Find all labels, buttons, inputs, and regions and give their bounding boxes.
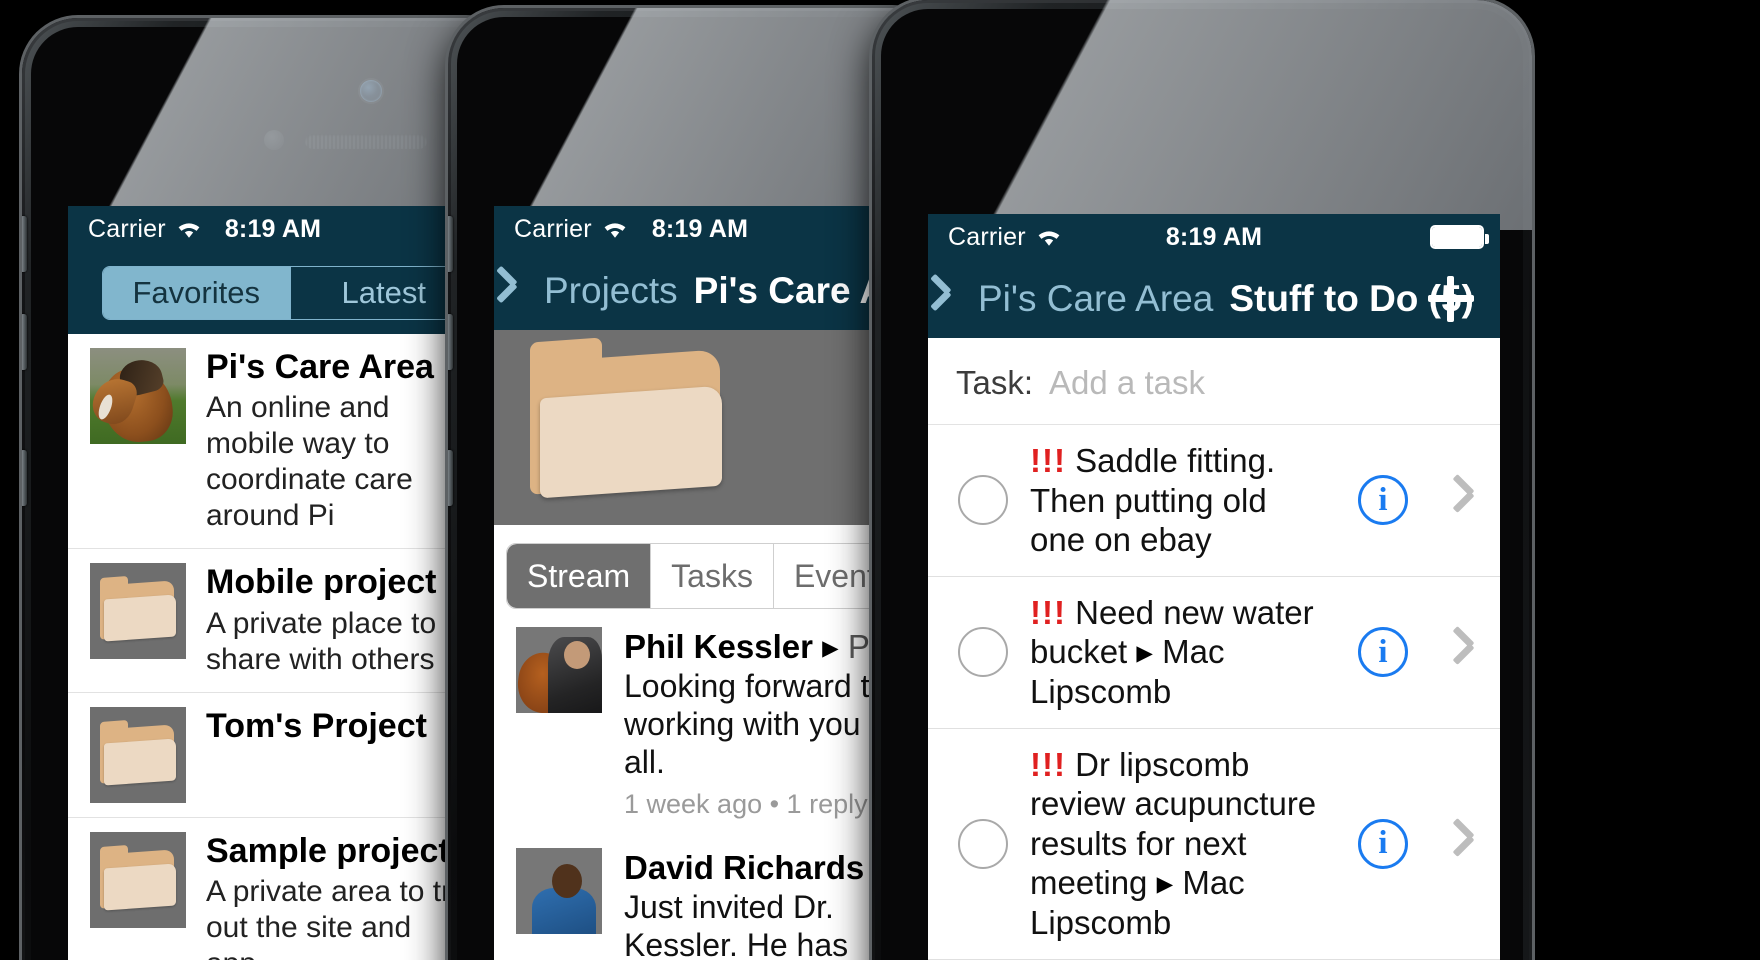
segmented-control[interactable]: Favorites Latest [102, 266, 478, 320]
task-title: Saddle fitting. Then putting old one on … [1030, 442, 1276, 559]
list-item[interactable]: Mobile project A private place to share … [68, 549, 478, 693]
task-priority: !!! [1030, 745, 1066, 783]
back-button-label: Projects [544, 270, 678, 311]
post-author-name: Phil Kessler [624, 628, 813, 665]
volume-down-button[interactable] [448, 314, 453, 370]
project-title: Mobile project [206, 563, 437, 602]
navigation-bar: Pi's Care Area Stuff to Do (5) [928, 260, 1500, 338]
back-button[interactable]: Projects [494, 270, 678, 312]
project-title: Pi's Care Area [206, 348, 434, 386]
project-subtitle: A private place to share with others [206, 606, 437, 676]
silent-switch[interactable] [448, 450, 453, 506]
chevron-right-icon[interactable] [1444, 825, 1474, 863]
activity-stream: Phil Kessler ▸ Pi's Care Area Looking fo… [494, 609, 906, 960]
list-item[interactable]: Tom's Project [68, 693, 478, 818]
front-camera-icon [360, 80, 382, 102]
screenshot-stage: Carrier 8:19 AM Favorites Latest Pi's Ca… [0, 0, 1760, 960]
task-checkbox[interactable] [958, 627, 1008, 678]
task-row[interactable]: !!! Dr lipscomb review acupuncture resul… [928, 728, 1500, 960]
post-author-line: David Richards ▸ Pi's Care Area [624, 848, 906, 887]
tab-tasks[interactable]: Tasks [651, 544, 774, 608]
project-title: Sample project [206, 831, 450, 870]
phone-screen-middle: Carrier 8:19 AM Projects Pi's Care Area [494, 206, 906, 960]
author-avatar [516, 848, 602, 935]
chevron-right-icon[interactable] [1444, 633, 1474, 671]
back-button[interactable]: Pi's Care Area [928, 278, 1213, 320]
info-circle-icon[interactable]: i [1358, 627, 1408, 678]
volume-down-button[interactable] [22, 314, 27, 370]
stream-post[interactable]: Phil Kessler ▸ Pi's Care Area Looking fo… [494, 609, 906, 830]
post-text: Just invited Dr. Kessler. He has accepte… [624, 889, 849, 960]
task-checkbox[interactable] [958, 818, 1008, 869]
post-author-name: David Richards [624, 849, 865, 887]
list-item[interactable]: Pi's Care Area An online and mobile way … [68, 334, 478, 550]
task-row[interactable]: !!! Saddle fitting. Then putting old one… [928, 425, 1500, 577]
folder-icon [90, 563, 186, 660]
project-hero-banner [494, 330, 906, 525]
chevron-right-icon[interactable] [1444, 481, 1474, 519]
segmented-control-bar: Favorites Latest [68, 252, 478, 334]
chevron-left-icon [512, 273, 532, 309]
task-checkbox[interactable] [958, 475, 1008, 526]
tab-stream[interactable]: Stream [507, 544, 652, 608]
status-bar-right [1430, 225, 1489, 249]
phone-device-left: Carrier 8:19 AM Favorites Latest Pi's Ca… [22, 18, 522, 960]
tab-bar-container: Stream Tasks Events Wiki [494, 543, 906, 609]
task-priority: !!! [1030, 442, 1066, 479]
stream-post[interactable]: David Richards ▸ Pi's Care Area Just inv… [494, 830, 906, 960]
task-list: !!! Saddle fitting. Then putting old one… [928, 425, 1500, 960]
volume-up-button[interactable] [448, 216, 453, 272]
post-text: Looking forward to working with you all. [624, 668, 888, 780]
task-text-group: !!! Dr lipscomb review acupuncture resul… [1030, 745, 1336, 943]
task-text-group: !!! Saddle fitting. Then putting old one… [1030, 441, 1336, 560]
chevron-left-icon [946, 281, 966, 317]
plus-icon[interactable] [1428, 276, 1474, 322]
volume-up-button[interactable] [22, 216, 27, 272]
status-bar: Carrier 8:19 AM [68, 206, 478, 252]
navigation-bar: Projects Pi's Care Area [494, 252, 906, 330]
status-bar: Carrier 8:19 AM [928, 214, 1500, 260]
task-text-group: !!! Need new water bucket ▸ Mac Lipscomb [1030, 593, 1336, 712]
task-title: Dr lipscomb review acupuncture results f… [1030, 745, 1317, 902]
earpiece-speaker [305, 134, 427, 149]
assignee-arrow-icon: ▸ [1156, 864, 1174, 902]
post-meta: 1 week ago • 1 reply [624, 789, 868, 820]
project-subtitle: An online and mobile way to coordinate c… [206, 391, 413, 533]
tab-favorites[interactable]: Favorites [103, 267, 291, 319]
add-task-input[interactable]: Add a task [1049, 364, 1205, 402]
context-arrow-icon: ▸ [822, 628, 839, 665]
info-circle-icon[interactable]: i [1358, 818, 1408, 869]
task-priority: !!! [1030, 593, 1066, 631]
silent-switch[interactable] [22, 450, 27, 506]
status-bar: Carrier 8:19 AM [494, 206, 906, 252]
assignee-arrow-icon: ▸ [1136, 633, 1153, 671]
project-subtitle: A private area to try out the site and a… [206, 875, 466, 960]
info-circle-icon[interactable]: i [1358, 475, 1408, 526]
task-row[interactable]: !!! Need new water bucket ▸ Mac Lipscomb… [928, 576, 1500, 729]
phone-device-right: Carrier 8:19 AM Pi's Care Area Stuff to … [872, 0, 1532, 960]
battery-full-icon [1430, 225, 1489, 249]
add-task-row[interactable]: Task: Add a task [928, 338, 1500, 425]
status-bar-clock: 8:19 AM [651, 214, 749, 243]
post-author-line: Phil Kessler ▸ Pi's Care Area [624, 627, 906, 666]
status-bar-clock: 8:19 AM [224, 214, 322, 243]
back-button-label: Pi's Care Area [978, 278, 1214, 319]
folder-icon [90, 706, 186, 803]
project-title: Tom's Project [206, 706, 427, 745]
status-bar-clock: 8:19 AM [1165, 222, 1263, 251]
folder-icon [90, 831, 186, 928]
large-folder-icon [530, 337, 730, 499]
proximity-sensor [264, 130, 284, 150]
tab-bar[interactable]: Stream Tasks Events Wiki [506, 543, 906, 609]
project-list: Pi's Care Area An online and mobile way … [68, 334, 478, 960]
phone-screen-left: Carrier 8:19 AM Favorites Latest Pi's Ca… [68, 206, 478, 960]
phone-screen-right: Carrier 8:19 AM Pi's Care Area Stuff to … [928, 214, 1500, 960]
list-item[interactable]: Sample project A private area to try out… [68, 818, 478, 960]
task-label: Task: [956, 364, 1034, 401]
project-thumbnail [90, 348, 186, 444]
author-avatar [516, 627, 602, 713]
